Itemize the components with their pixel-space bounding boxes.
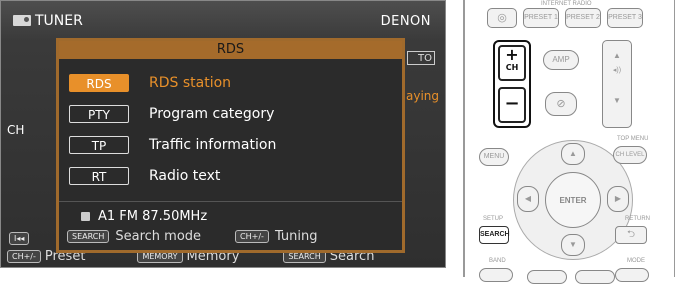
option-label: Radio text [149,168,221,184]
mute-button[interactable]: ⊘ [545,92,577,116]
source-title: TUNER [35,13,83,29]
right-arrow-button[interactable]: ▶ [607,186,629,212]
rds-option-pty[interactable]: PTY Program category [69,104,274,124]
return-label: RETURN [625,216,650,222]
enter-button[interactable]: ENTER [545,172,601,228]
speaker-icon: ◂)) [612,67,622,74]
rds-option-rds[interactable]: RDS RDS station [69,73,231,93]
rds-option-rt[interactable]: RT Radio text [69,166,220,186]
tuning-label: Tuning [274,229,318,244]
vol-down-icon: ▼ [613,96,621,105]
mode-button[interactable] [615,268,649,282]
ch-down-button[interactable]: − [498,87,526,123]
preset1-button[interactable]: PRESET 1 [523,8,559,28]
amp-button[interactable]: AMP [543,50,579,70]
menu-button[interactable]: MENU [479,148,509,166]
down-arrow-button[interactable]: ▼ [561,234,585,256]
return-button[interactable]: ⮌ [615,226,647,244]
panel-title: RDS [59,41,402,59]
station-icon [81,212,90,221]
auto-indicator: TO [407,51,435,65]
internet-radio-label: INTERNET RADIO [541,1,592,7]
preset-chip: CH+/- [7,249,41,263]
search-button[interactable]: SEARCH [479,226,510,244]
skip-back-chip: I◂◂ [9,232,30,245]
volume-rocker[interactable]: ▲ ◂)) ▼ [602,40,632,128]
ch-up-button[interactable]: + CH [498,45,526,81]
panel-footer: SEARCH Search mode CH+/- Tuning [67,229,318,244]
search-mode-chip: SEARCH [67,230,110,243]
up-arrow-button[interactable]: ▲ [561,143,585,165]
ch-label: CH [7,123,25,137]
tv-screen: TUNER DENON TO aying CH CH+/- Preset MEM… [0,0,446,268]
speaker-button[interactable]: ◎ [487,8,517,28]
top-menu-label: TOP MENU [617,136,649,142]
tuner-icon [13,15,31,26]
band-label: BAND [489,258,506,264]
remote-button-bottom-1[interactable] [527,270,567,284]
option-label: Traffic information [149,137,277,153]
option-tag: RDS [69,74,129,92]
vol-up-icon: ▲ [613,51,621,60]
rds-option-tp[interactable]: TP Traffic information [69,135,276,155]
remote-control: INTERNET RADIO ◎ PRESET 1 PRESET 2 PRESE… [463,0,675,284]
preset3-button[interactable]: PRESET 3 [607,8,643,28]
brand-logo: DENON [380,14,431,29]
band-button[interactable] [479,268,513,282]
ch-rocker: + CH − [493,40,531,128]
ch-level-button[interactable]: CH LEVEL [613,146,647,164]
search-mode-label: Search mode [115,229,202,244]
remote-button-bottom-2[interactable] [575,270,615,284]
option-tag: TP [69,136,129,154]
rds-panel: RDS RDS RDS station PTY Program category… [56,38,405,253]
panel-divider [59,201,402,202]
screen-topbar: TUNER DENON [1,1,445,37]
option-tag: RT [69,167,129,185]
station-text: A1 FM 87.50MHz [98,209,208,224]
option-label: Program category [149,106,275,122]
setup-label: SETUP [483,216,504,222]
left-arrow-button[interactable]: ◀ [517,186,539,212]
mode-label: MODE [627,258,645,264]
option-tag: PTY [69,105,129,123]
tuning-chip: CH+/- [235,230,269,243]
station-info: A1 FM 87.50MHz [81,209,207,224]
preset2-button[interactable]: PRESET 2 [565,8,601,28]
ch-label: CH [505,63,519,72]
playing-status: aying [405,89,439,103]
option-label: RDS station [149,75,232,91]
